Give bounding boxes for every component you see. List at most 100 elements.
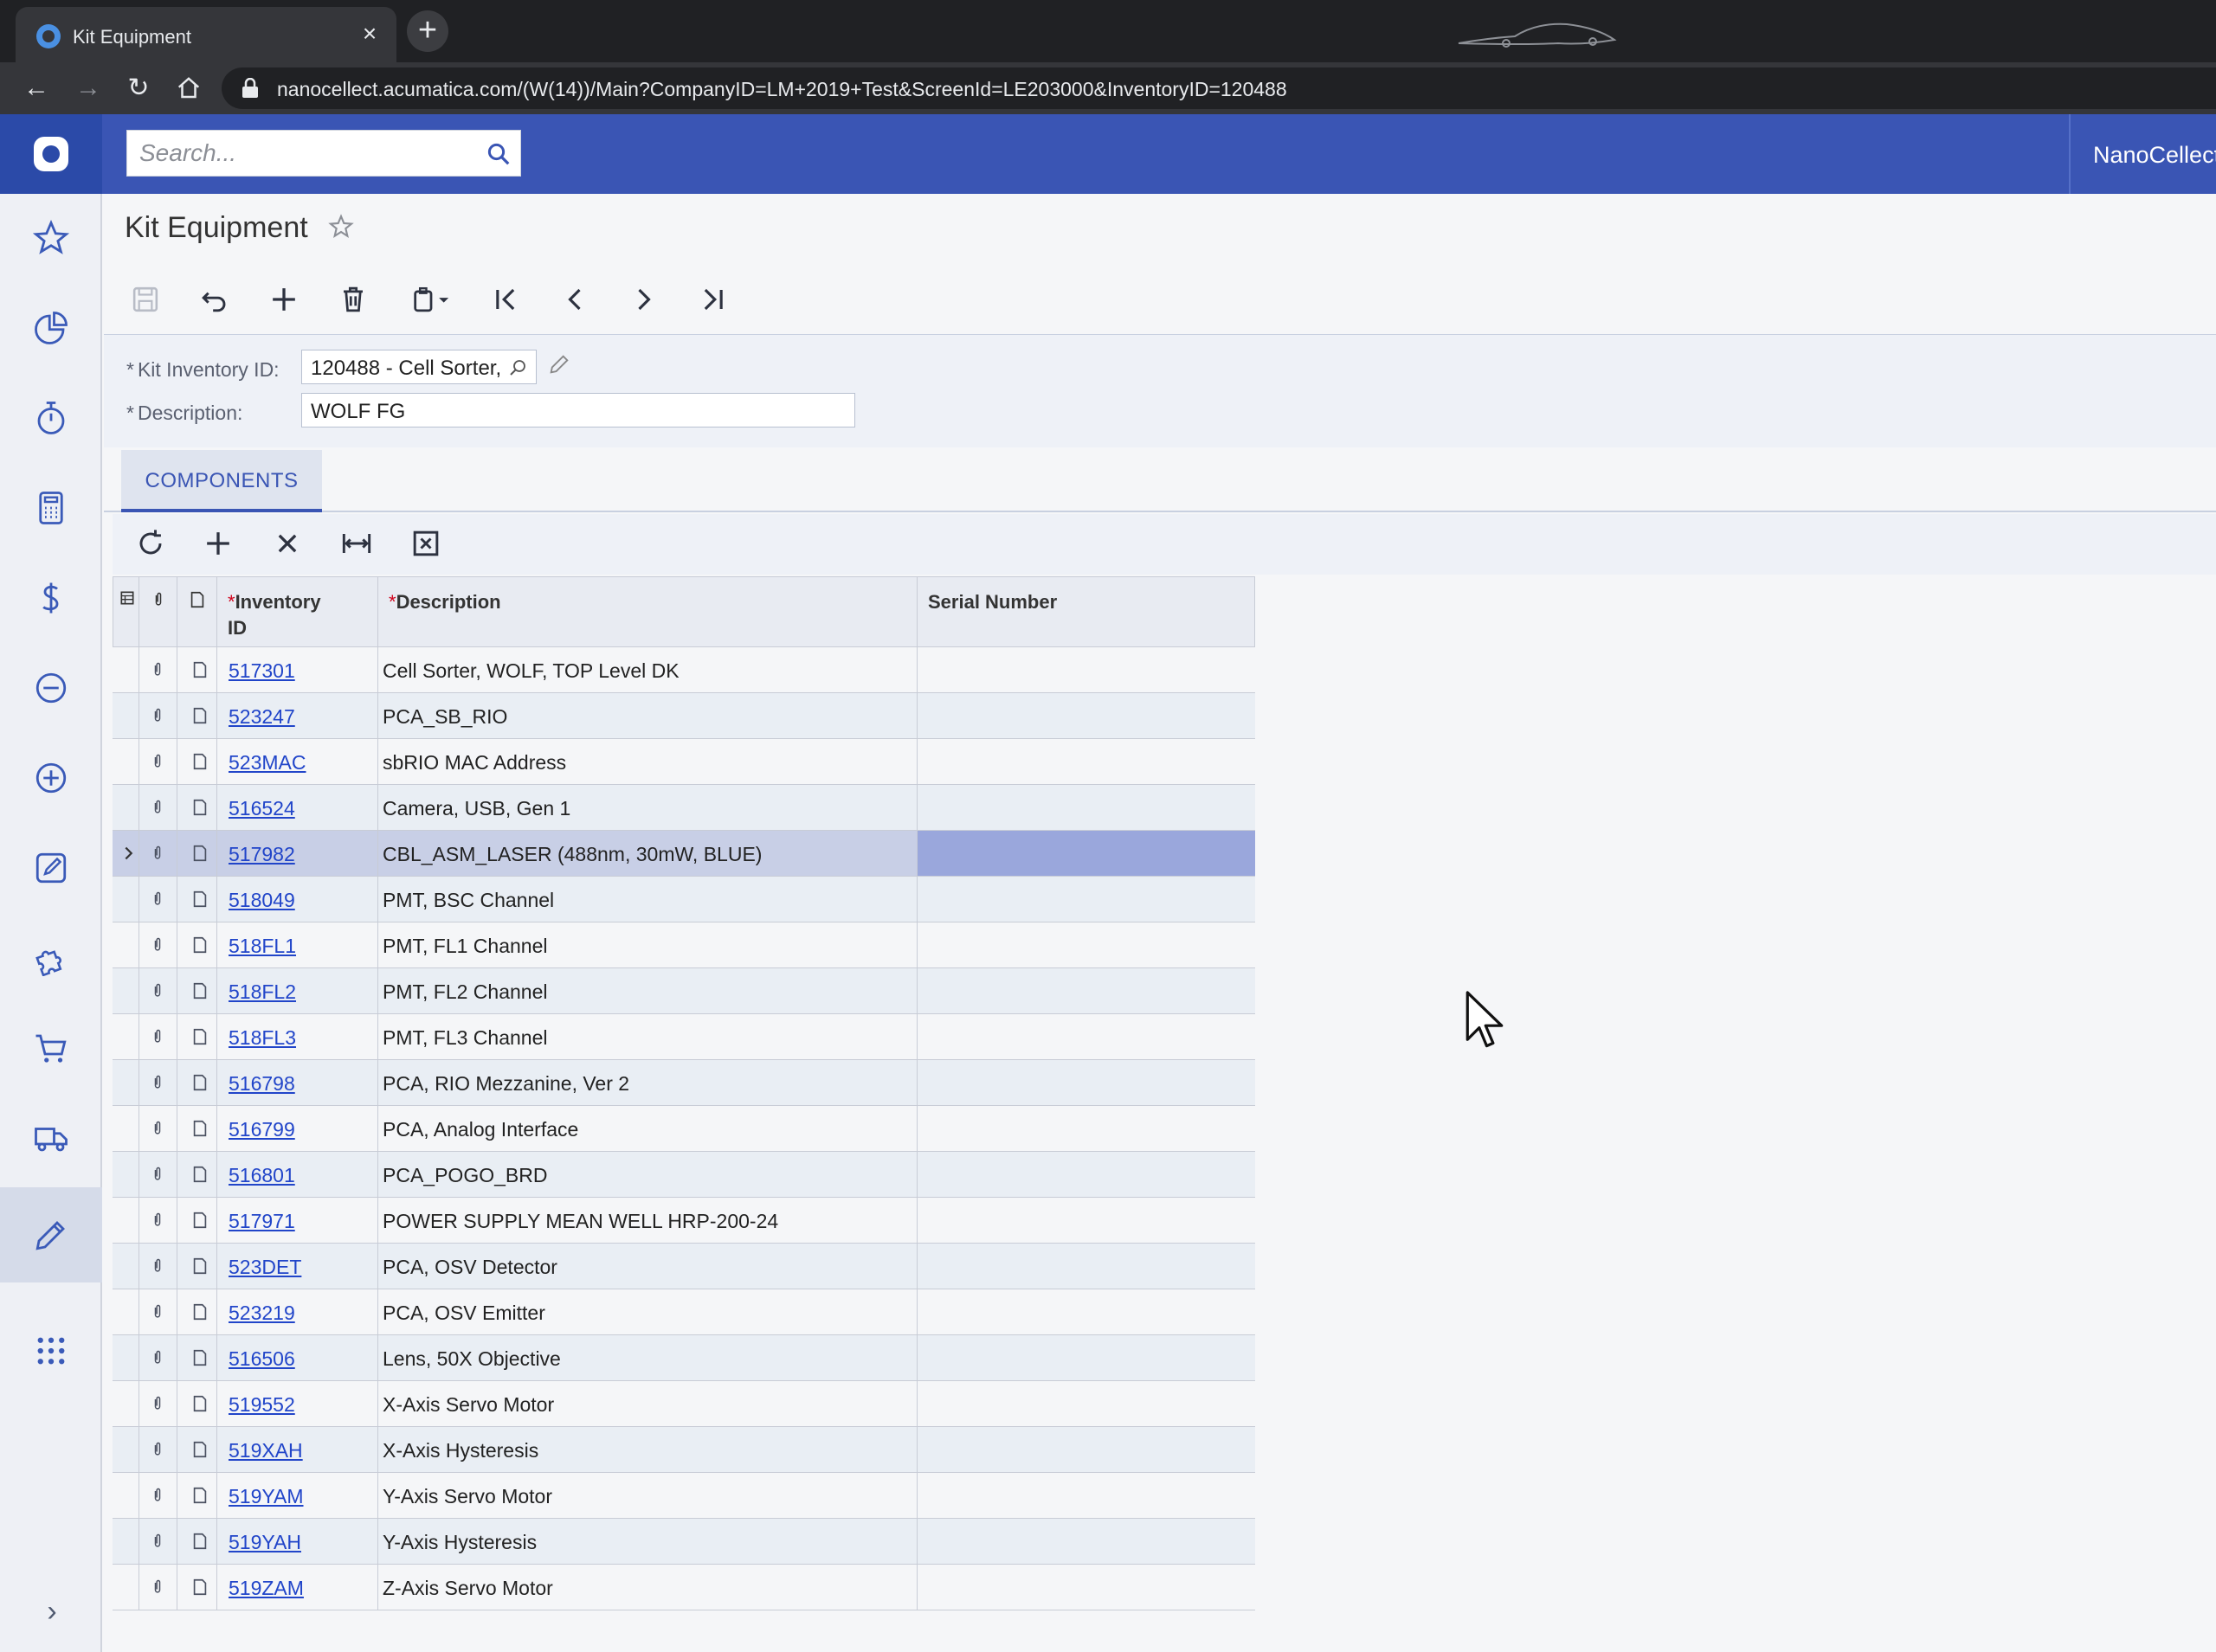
description-cell[interactable]: CBL_ASM_LASER (488nm, 30mW, BLUE) [383, 843, 762, 866]
table-row[interactable]: 523247 PCA_SB_RIO [113, 693, 1255, 739]
inventory-id-link[interactable]: 523219 [229, 1302, 295, 1325]
attachment-icon[interactable] [149, 1531, 166, 1552]
address-bar[interactable]: nanocellect.acumatica.com/(W(14))/Main?C… [222, 67, 2216, 109]
note-icon[interactable] [190, 1393, 209, 1414]
table-row[interactable]: 523219 PCA, OSV Emitter [113, 1289, 1255, 1335]
refresh-icon[interactable] [132, 524, 170, 562]
note-icon[interactable] [190, 1118, 209, 1139]
description-cell[interactable]: PMT, FL1 Channel [383, 935, 547, 958]
description-cell[interactable]: PMT, FL3 Channel [383, 1026, 547, 1050]
serial-number-cell[interactable] [917, 1473, 1255, 1518]
attachment-icon[interactable] [149, 1347, 166, 1368]
search-input[interactable] [127, 131, 473, 176]
browser-tab[interactable]: Kit Equipment × [16, 7, 396, 62]
serial-number-cell[interactable] [917, 1519, 1255, 1564]
minus-icon[interactable] [0, 644, 102, 730]
last-record-icon[interactable] [694, 280, 732, 318]
description-cell[interactable]: PCA, RIO Mezzanine, Ver 2 [383, 1072, 629, 1096]
note-icon[interactable] [190, 1256, 209, 1276]
table-row[interactable]: 518049 PMT, BSC Channel [113, 877, 1255, 922]
description-cell[interactable]: Cell Sorter, WOLF, TOP Level DK [383, 659, 680, 683]
table-row[interactable]: 523DET PCA, OSV Detector [113, 1244, 1255, 1289]
expand-sidebar-icon[interactable]: › [35, 1594, 69, 1629]
previous-record-icon[interactable] [556, 280, 594, 318]
inventory-id-link[interactable]: 519YAH [229, 1531, 301, 1554]
fit-columns-icon[interactable] [338, 524, 376, 562]
inventory-id-link[interactable]: 523247 [229, 705, 295, 729]
description-cell[interactable]: Z-Axis Servo Motor [383, 1577, 553, 1600]
inventory-id-link[interactable]: 518FL1 [229, 935, 296, 958]
attachment-icon[interactable] [149, 1302, 166, 1322]
inventory-id-link[interactable]: 516798 [229, 1072, 295, 1096]
note-icon[interactable] [190, 1026, 209, 1047]
clipboard-menu-icon[interactable] [403, 280, 459, 318]
description-cell[interactable]: PCA_SB_RIO [383, 705, 507, 729]
dashboards-icon[interactable] [0, 284, 102, 370]
puzzle-icon[interactable] [0, 914, 102, 1000]
more-apps-icon[interactable] [0, 1307, 102, 1393]
note-icon[interactable] [190, 751, 209, 772]
attachment-icon[interactable] [149, 1393, 166, 1414]
lookup-icon[interactable] [508, 357, 529, 378]
plus-icon[interactable] [0, 734, 102, 820]
inventory-id-link[interactable]: 518FL2 [229, 980, 296, 1004]
table-row[interactable]: 516798 PCA, RIO Mezzanine, Ver 2 [113, 1060, 1255, 1106]
description-cell[interactable]: PMT, BSC Channel [383, 889, 554, 912]
inventory-id-link[interactable]: 517301 [229, 659, 295, 683]
table-row[interactable]: 518FL3 PMT, FL3 Channel [113, 1014, 1255, 1060]
note-icon[interactable] [190, 843, 209, 864]
inventory-id-link[interactable]: 523DET [229, 1256, 301, 1279]
attachment-icon[interactable] [149, 1026, 166, 1047]
inventory-id-header[interactable]: *Inventory ID [217, 577, 378, 646]
description-cell[interactable]: X-Axis Servo Motor [383, 1393, 554, 1417]
table-row[interactable]: 519ZAM Z-Axis Servo Motor [113, 1565, 1255, 1610]
table-row[interactable]: 516799 PCA, Analog Interface [113, 1106, 1255, 1152]
inventory-id-link[interactable]: 517982 [229, 843, 295, 866]
row-selector-header[interactable] [113, 577, 139, 646]
attachment-icon[interactable] [149, 1256, 166, 1276]
note-icon[interactable] [190, 1347, 209, 1368]
serial-number-cell[interactable] [917, 968, 1255, 1013]
calculator-icon[interactable] [0, 464, 102, 550]
attachment-icon[interactable] [149, 797, 166, 818]
attachment-icon[interactable] [149, 659, 166, 680]
note-icon[interactable] [190, 1164, 209, 1185]
note-icon[interactable] [190, 1439, 209, 1460]
delete-row-icon[interactable] [268, 524, 306, 562]
note-icon[interactable] [190, 935, 209, 955]
inventory-id-link[interactable]: 519XAH [229, 1439, 303, 1462]
serial-number-cell[interactable] [917, 1289, 1255, 1334]
serial-number-cell[interactable] [917, 1381, 1255, 1426]
description-header[interactable]: *Description [378, 577, 918, 646]
description-cell[interactable]: PMT, FL2 Channel [383, 980, 547, 1004]
serial-number-cell[interactable] [917, 1244, 1255, 1289]
serial-number-cell[interactable] [917, 739, 1255, 784]
table-row[interactable]: 518FL2 PMT, FL2 Channel [113, 968, 1255, 1014]
undo-icon[interactable] [196, 280, 234, 318]
tab-components[interactable]: COMPONENTS [121, 450, 322, 512]
truck-icon[interactable] [0, 1094, 102, 1180]
cart-icon[interactable] [0, 1004, 102, 1090]
description-cell[interactable]: Camera, USB, Gen 1 [383, 797, 570, 820]
note-icon[interactable] [190, 705, 209, 726]
attachment-icon[interactable] [149, 889, 166, 910]
next-record-icon[interactable] [625, 280, 663, 318]
attachment-icon[interactable] [149, 1118, 166, 1139]
acumatica-logo[interactable] [0, 114, 102, 194]
serial-number-cell[interactable] [917, 1014, 1255, 1059]
attachment-icon[interactable] [149, 1485, 166, 1506]
description-cell[interactable]: POWER SUPPLY MEAN WELL HRP-200-24 [383, 1210, 778, 1233]
description-cell[interactable]: sbRIO MAC Address [383, 751, 566, 775]
serial-number-cell[interactable] [917, 922, 1255, 967]
serial-number-cell[interactable] [917, 693, 1255, 738]
home-icon[interactable] [171, 71, 206, 106]
finance-icon[interactable] [0, 554, 102, 640]
note-icon[interactable] [190, 1210, 209, 1231]
first-record-icon[interactable] [486, 280, 525, 318]
serial-number-cell[interactable] [917, 1152, 1255, 1197]
table-row[interactable]: 516506 Lens, 50X Objective [113, 1335, 1255, 1381]
description-cell[interactable]: Y-Axis Hysteresis [383, 1531, 537, 1554]
close-tab-icon[interactable]: × [355, 19, 384, 48]
note-icon[interactable] [190, 1485, 209, 1506]
inventory-id-link[interactable]: 517971 [229, 1210, 295, 1233]
